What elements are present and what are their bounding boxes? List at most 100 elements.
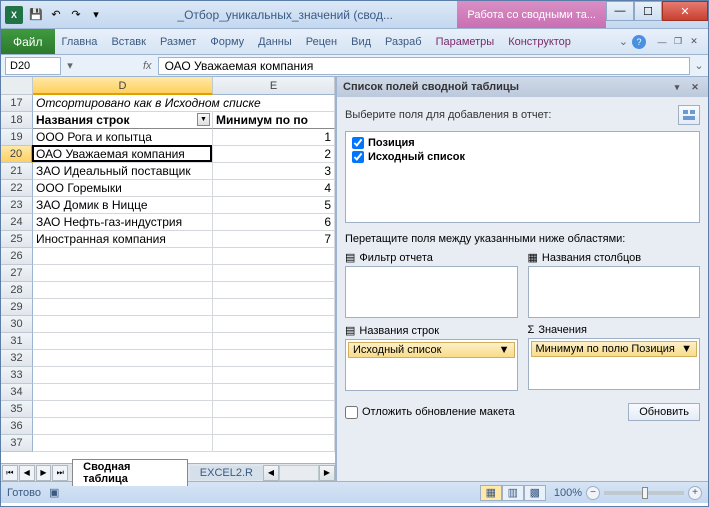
zoom-level[interactable]: 100% [554,487,582,499]
macro-record-icon[interactable]: ▣ [49,486,59,499]
cell[interactable]: 3 [213,163,335,180]
formula-expand-icon[interactable]: ⌄ [690,59,708,72]
row-header[interactable]: 29 [1,299,33,316]
field-checkbox[interactable] [352,151,364,163]
columns-area[interactable] [528,266,701,318]
field-checkbox[interactable] [352,137,364,149]
zoom-slider[interactable] [604,491,684,495]
field-list[interactable]: ПозицияИсходный список [345,131,700,223]
name-box[interactable]: D20 [5,57,61,75]
fx-icon[interactable]: fx [137,60,158,72]
row-header[interactable]: 26 [1,248,33,265]
sheet-nav-prev-icon[interactable]: ◀ [19,465,35,481]
field-item[interactable]: Исходный список [350,150,695,164]
cell[interactable] [33,265,213,282]
cell[interactable]: ЗАО Домик в Ницце [33,197,213,214]
undo-icon[interactable]: ↶ [47,6,65,24]
help-icon[interactable]: ? [632,35,646,49]
taskpane-dropdown-icon[interactable]: ▾ [670,80,684,94]
cell[interactable] [33,401,213,418]
cell[interactable]: 1 [213,129,335,146]
cell[interactable] [213,248,335,265]
cell[interactable]: 6 [213,214,335,231]
file-tab[interactable]: Файл [1,29,55,54]
ribbon-tab-5[interactable]: Рецен [299,29,344,54]
cell[interactable] [33,350,213,367]
row-header[interactable]: 31 [1,333,33,350]
row-header[interactable]: 19 [1,129,33,146]
redo-icon[interactable]: ↷ [67,6,85,24]
col-header-d[interactable]: D [33,77,213,95]
ribbon-tab-1[interactable]: Вставк [104,29,153,54]
cell[interactable] [33,384,213,401]
page-break-view-button[interactable]: ▩ [524,485,546,501]
cell[interactable]: ОАО Уважаемая компания [33,146,213,163]
cell[interactable] [213,384,335,401]
defer-update-checkbox[interactable]: Отложить обновление макета [345,406,515,419]
layout-options-button[interactable] [678,105,700,125]
row-header[interactable]: 27 [1,265,33,282]
cell[interactable]: 2 [213,146,335,163]
maximize-button[interactable]: ☐ [634,1,662,21]
formula-input[interactable]: ОАО Уважаемая компания [158,57,690,75]
cell[interactable] [33,367,213,384]
cell[interactable] [33,316,213,333]
filter-dropdown-icon[interactable]: ▼ [197,113,210,126]
zoom-out-button[interactable]: − [586,486,600,500]
ribbon-tab-7[interactable]: Разраб [378,29,429,54]
sheet-nav-next-icon[interactable]: ▶ [36,465,52,481]
qat-customize-icon[interactable]: ▾ [87,6,105,24]
cell[interactable]: Минимум по по [213,112,335,129]
row-header[interactable]: 20 [1,146,33,163]
cell[interactable] [213,316,335,333]
update-button[interactable]: Обновить [628,403,700,421]
cell[interactable] [33,282,213,299]
cell[interactable] [213,299,335,316]
row-header[interactable]: 18 [1,112,33,129]
cell[interactable]: 7 [213,231,335,248]
sheet-nav-first-icon[interactable]: ⏮ [2,465,18,481]
cell[interactable] [213,418,335,435]
cell[interactable]: ЗАО Идеальный поставщик [33,163,213,180]
taskpane-close-icon[interactable]: ✕ [688,80,702,94]
cell[interactable]: ООО Горемыки [33,180,213,197]
ribbon-tab-2[interactable]: Размет [153,29,203,54]
filter-area[interactable] [345,266,518,318]
row-header[interactable]: 23 [1,197,33,214]
cell[interactable] [33,299,213,316]
values-area[interactable]: Минимум по полю Позиция▼ [528,338,701,390]
cell[interactable]: 4 [213,180,335,197]
rows-area[interactable]: Исходный список▼ [345,339,518,391]
row-header[interactable]: 34 [1,384,33,401]
ribbon-minimize-icon[interactable]: ⌄ [619,35,628,48]
sheet-tab-active[interactable]: Сводная таблица [72,459,188,486]
area-field-item[interactable]: Минимум по полю Позиция▼ [531,341,698,357]
row-header[interactable]: 21 [1,163,33,180]
row-header[interactable]: 28 [1,282,33,299]
col-header-e[interactable]: E [213,77,335,95]
sheet-tab-next[interactable]: EXCEL2.R [190,466,263,480]
close-button[interactable]: ✕ [662,1,708,21]
cell[interactable] [213,367,335,384]
row-header[interactable]: 24 [1,214,33,231]
workbook-restore-icon[interactable]: ❐ [670,35,686,49]
ribbon-tab-4[interactable]: Данны [251,29,299,54]
cell[interactable] [213,265,335,282]
chevron-down-icon[interactable]: ▼ [499,344,510,356]
row-header[interactable]: 22 [1,180,33,197]
row-header[interactable]: 17 [1,95,33,112]
cell[interactable]: Названия строк▼ [33,112,213,129]
cell[interactable]: 5 [213,197,335,214]
cell[interactable]: ООО Рога и копытца [33,129,213,146]
ribbon-tab-3[interactable]: Форму [203,29,251,54]
cell[interactable] [213,350,335,367]
field-item[interactable]: Позиция [350,136,695,150]
ribbon-tab-0[interactable]: Главна [55,29,105,54]
area-field-item[interactable]: Исходный список▼ [348,342,515,358]
cell[interactable] [213,401,335,418]
workbook-minimize-icon[interactable]: — [654,35,670,49]
row-header[interactable]: 30 [1,316,33,333]
row-header[interactable]: 33 [1,367,33,384]
cell[interactable]: Иностранная компания [33,231,213,248]
ribbon-ctx-tab-0[interactable]: Параметры [429,29,502,54]
